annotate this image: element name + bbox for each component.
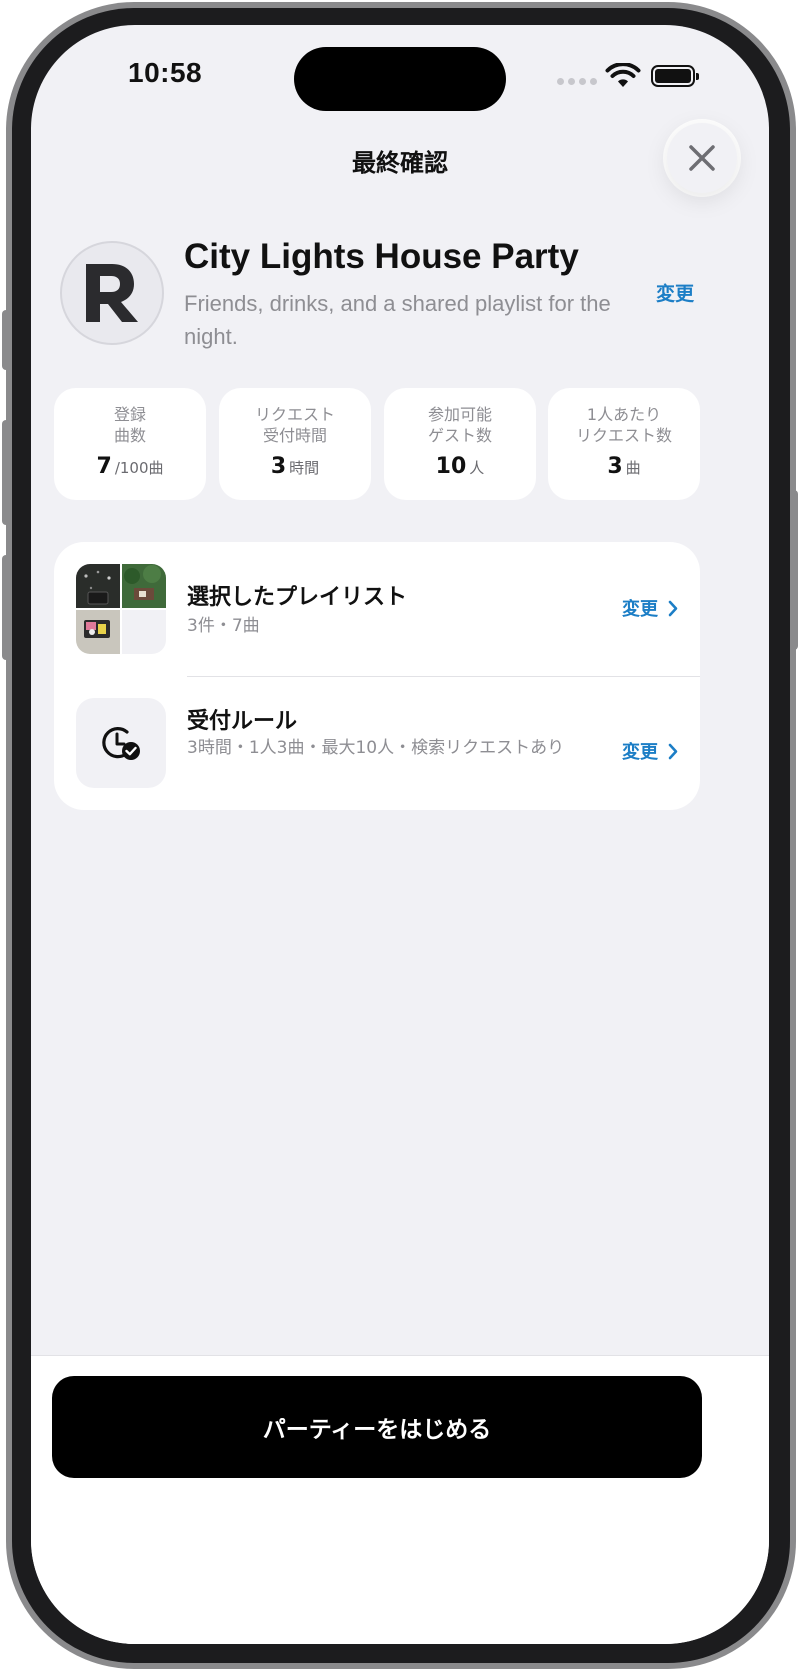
battery-icon — [651, 65, 699, 87]
close-icon — [689, 145, 715, 171]
settings-card: 選択したプレイリスト 3件・7曲 変更 受付ルール 3時間・1人3曲・最大10人 — [54, 542, 700, 810]
stat-label: 1人あたり リクエスト数 — [575, 405, 672, 445]
stat-label: リクエスト 受付時間 — [254, 405, 335, 445]
stat-label: 登録 曲数 — [113, 405, 146, 445]
stat-card-requests-per-person: 1人あたり リクエスト数 3曲 — [548, 388, 700, 500]
chevron-right-icon — [668, 600, 678, 616]
stat-label: 参加可能 ゲスト数 — [427, 405, 492, 445]
edit-rules-label: 変更 — [622, 742, 658, 763]
status-time: 10:58 — [128, 57, 203, 88]
playlist-subtitle: 3件・7曲 — [187, 616, 260, 636]
power-button — [790, 490, 798, 650]
edit-playlist-button[interactable]: 変更 — [622, 595, 678, 621]
stat-card-songs: 登録 曲数 7/100曲 — [54, 388, 206, 500]
volume-up-button — [2, 420, 10, 525]
clock-check-icon — [102, 727, 140, 760]
party-name: City Lights House Party — [184, 237, 579, 276]
app-screen: 10:58 最終確認 City Lights House Party Frien… — [31, 25, 769, 1644]
sheet-title: 最終確認 — [352, 149, 448, 177]
rules-icon-box — [76, 698, 166, 788]
dynamic-island — [294, 47, 506, 111]
party-stats: 登録 曲数 7/100曲 リクエスト 受付時間 3 時間 参加可能 ゲスト数 10… — [54, 388, 700, 500]
edit-playlist-label: 変更 — [622, 599, 658, 620]
stat-card-request-time: リクエスト 受付時間 3 時間 — [219, 388, 371, 500]
r-logo-icon — [86, 264, 138, 322]
action-button — [2, 310, 10, 370]
party-logo — [60, 241, 164, 345]
rules-title: 受付ルール — [187, 709, 298, 734]
stat-value: 7/100曲 — [96, 454, 164, 479]
stat-card-guests: 参加可能 ゲスト数 10 人 — [384, 388, 536, 500]
playlist-row[interactable]: 選択したプレイリスト 3件・7曲 変更 — [54, 542, 700, 676]
edit-party-button[interactable]: 変更 — [656, 279, 694, 306]
close-button[interactable] — [667, 123, 737, 193]
edit-rules-button[interactable]: 変更 — [622, 738, 678, 764]
stat-value: 3曲 — [607, 454, 641, 479]
rules-subtitle: 3時間・1人3曲・最大10人・検索リクエストあり — [187, 738, 565, 758]
start-party-button[interactable]: パーティーをはじめる — [52, 1376, 702, 1478]
party-description: Friends, drinks, and a shared playlist f… — [184, 291, 611, 349]
wifi-icon — [605, 63, 641, 87]
cellular-signal-icon — [557, 78, 597, 85]
stat-value: 10 人 — [435, 454, 485, 479]
playlist-artwork — [76, 564, 166, 654]
playlist-title: 選択したプレイリスト — [187, 585, 408, 610]
rules-row[interactable]: 受付ルール 3時間・1人3曲・最大10人・検索リクエストあり 変更 — [54, 677, 700, 810]
stat-value: 3 時間 — [270, 454, 320, 479]
bottom-action-bar: パーティーをはじめる — [31, 1355, 769, 1644]
volume-down-button — [2, 555, 10, 660]
chevron-right-icon — [668, 743, 678, 759]
